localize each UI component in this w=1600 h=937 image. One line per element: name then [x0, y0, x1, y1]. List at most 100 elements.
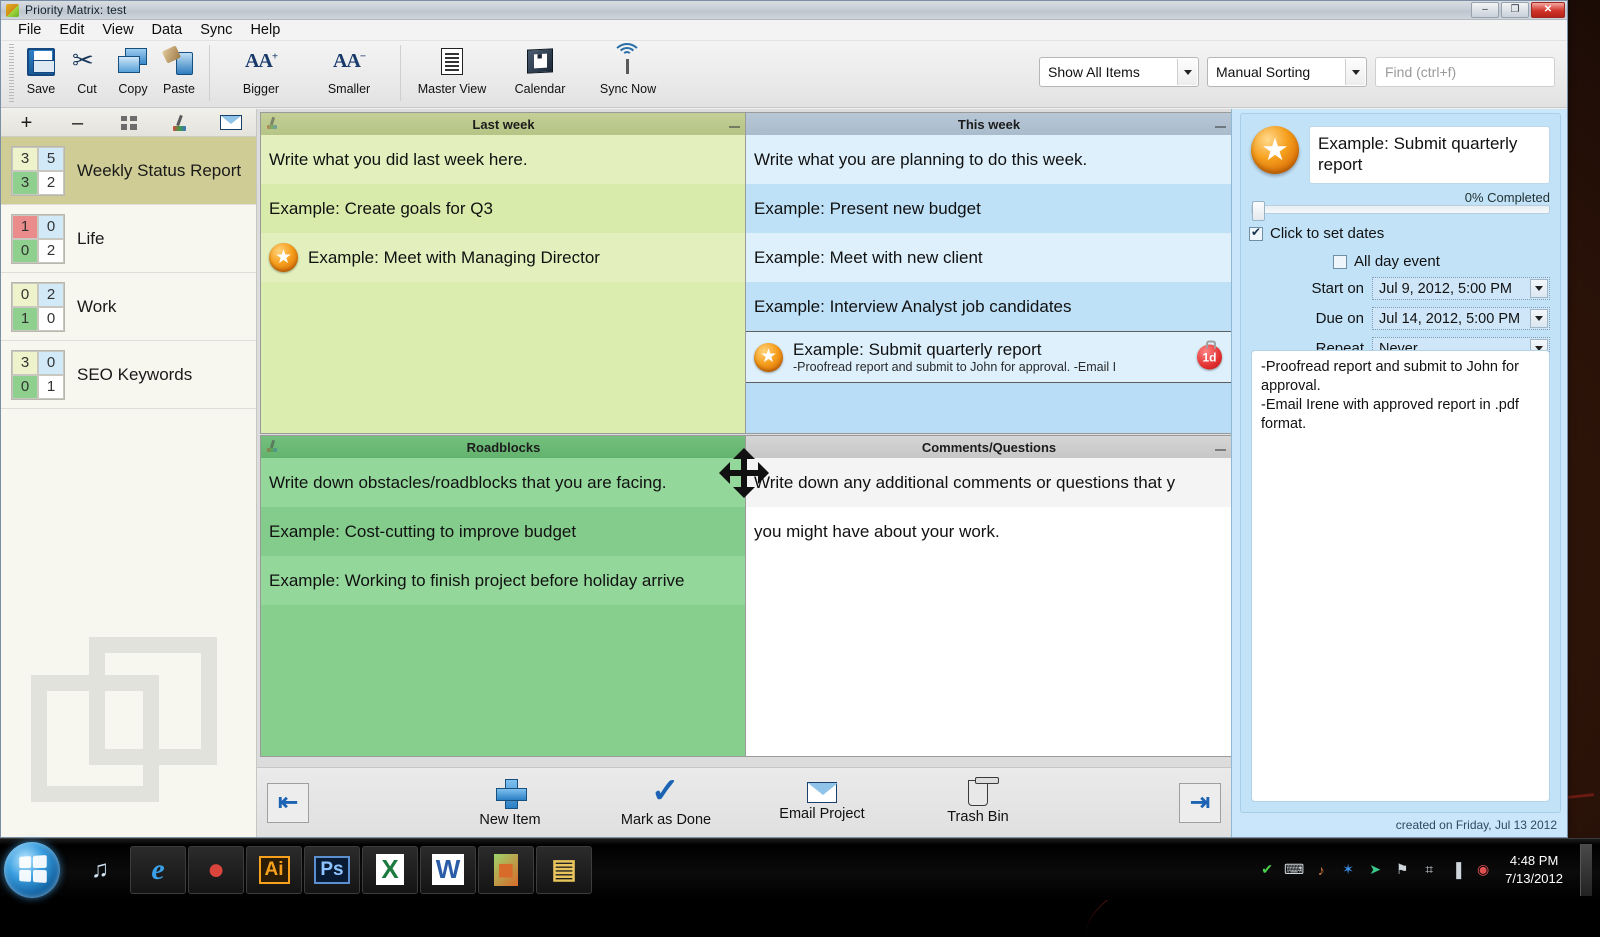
completion-slider[interactable]	[1251, 205, 1550, 214]
main-toolbar: Save Cut Copy Paste AA+ Bigger AA− Small…	[1, 41, 1567, 108]
sync-now-button[interactable]: Sync Now	[584, 41, 672, 103]
count-q3: 0	[12, 239, 38, 263]
set-dates-checkbox[interactable]	[1249, 227, 1263, 241]
find-input[interactable]: Find (ctrl+f)	[1375, 57, 1555, 87]
all-day-row[interactable]: All day event	[1241, 242, 1560, 270]
taskbar-item-file-explorer[interactable]: ▤	[536, 846, 592, 894]
menu-data[interactable]: Data	[143, 21, 192, 39]
taskbar-item-photoshop[interactable]: Ps	[304, 846, 360, 894]
minimize-icon[interactable]	[1214, 440, 1227, 453]
pin-icon[interactable]	[266, 440, 279, 453]
star-icon[interactable]	[1251, 126, 1299, 174]
notes-textarea[interactable]: -Proofread report and submit to John for…	[1251, 350, 1550, 802]
previous-project-button[interactable]: ⇤	[267, 783, 309, 823]
quadrant-task-list: Write down any additional comments or qu…	[746, 458, 1232, 756]
tray-icon-audio-device[interactable]: ♪	[1312, 862, 1330, 878]
email-project-button[interactable]: Email Project	[767, 777, 877, 828]
chevron-down-icon[interactable]	[1530, 309, 1548, 328]
task-title-input[interactable]: Example: Submit quarterly report	[1309, 126, 1550, 184]
taskbar-item-illustrator[interactable]: Ai	[246, 846, 302, 894]
task-item[interactable]: Example: Cost-cutting to improve budget	[261, 507, 746, 556]
next-project-button[interactable]: ⇥	[1179, 783, 1221, 823]
task-item[interactable]: Example: Create goals for Q3	[261, 184, 746, 233]
grid-view-button[interactable]	[103, 109, 154, 136]
sidebar-item-life[interactable]: 1 0 0 2 Life	[1, 205, 256, 273]
copy-button[interactable]: Copy	[110, 41, 156, 103]
calendar-button[interactable]: Calendar	[496, 41, 584, 103]
sidebar-item-seo-keywords[interactable]: 3 0 0 1 SEO Keywords	[1, 341, 256, 409]
task-item-selected[interactable]: Example: Submit quarterly report -Proofr…	[746, 331, 1232, 383]
sidebar-item-weekly-status-report[interactable]: 3 5 3 2 Weekly Status Report	[1, 137, 256, 205]
taskbar-item-excel[interactable]: X	[362, 846, 418, 894]
trash-bin-button[interactable]: Trash Bin	[923, 777, 1033, 828]
paste-button[interactable]: Paste	[156, 41, 202, 103]
minimize-icon[interactable]	[728, 117, 741, 130]
tray-icon-security[interactable]: ✔	[1258, 862, 1276, 878]
master-view-button[interactable]: Master View	[408, 41, 496, 103]
filter-dropdown[interactable]: Show All Items	[1039, 57, 1199, 87]
all-day-checkbox[interactable]	[1333, 255, 1347, 269]
task-item[interactable]: Write what you did last week here.	[261, 135, 746, 184]
task-item[interactable]: Example: Present new budget	[746, 184, 1232, 233]
taskbar-item-powerpoint[interactable]: ■	[478, 846, 534, 894]
task-item[interactable]: Write down obstacles/roadblocks that you…	[261, 458, 746, 507]
tray-icon-display[interactable]: ⌨	[1285, 862, 1303, 878]
task-item[interactable]: Example: Meet with new client	[746, 233, 1232, 282]
bigger-button[interactable]: AA+ Bigger	[217, 41, 305, 103]
remove-project-button[interactable]: –	[52, 109, 103, 136]
minimize-icon[interactable]	[1214, 117, 1227, 130]
set-dates-row[interactable]: Click to set dates	[1241, 214, 1560, 242]
menu-view[interactable]: View	[93, 21, 142, 39]
chevron-down-icon[interactable]	[1177, 59, 1197, 85]
taskbar-item-internet-explorer[interactable]: e	[130, 846, 186, 894]
toolbar-grip[interactable]	[9, 44, 14, 102]
due-on-field[interactable]: Jul 14, 2012, 5:00 PM	[1372, 307, 1550, 330]
task-item[interactable]: you might have about your work.	[746, 507, 1232, 556]
new-item-button[interactable]: New Item	[455, 777, 565, 828]
start-on-value: Jul 9, 2012, 5:00 PM	[1379, 281, 1512, 297]
menu-file[interactable]: File	[9, 21, 50, 39]
start-on-label: Start on	[1311, 280, 1364, 297]
add-project-button[interactable]: +	[1, 109, 52, 136]
task-item[interactable]: Example: Interview Analyst job candidate…	[746, 282, 1232, 331]
smaller-button[interactable]: AA− Smaller	[305, 41, 393, 103]
task-item[interactable]: Example: Meet with Managing Director	[261, 233, 746, 282]
clock[interactable]: 4:48 PM 7/13/2012	[1501, 852, 1571, 887]
chevron-down-icon[interactable]	[1345, 59, 1365, 85]
start-on-field[interactable]: Jul 9, 2012, 5:00 PM	[1372, 277, 1550, 300]
slider-knob[interactable]	[1252, 201, 1265, 221]
task-item[interactable]: Write down any additional comments or qu…	[746, 458, 1232, 507]
taskbar-item-google-chrome[interactable]: ●	[188, 846, 244, 894]
email-project-button[interactable]	[205, 109, 256, 136]
cut-label: Cut	[77, 82, 96, 96]
show-desktop-button[interactable]	[1580, 844, 1592, 896]
tray-icon-device[interactable]: ⌗	[1420, 862, 1438, 878]
menu-help[interactable]: Help	[241, 21, 289, 39]
sort-dropdown[interactable]: Manual Sorting	[1207, 57, 1367, 87]
tray-icon-bluetooth[interactable]: ✶	[1339, 862, 1357, 878]
sidebar-item-work[interactable]: 0 2 1 0 Work	[1, 273, 256, 341]
tray-icon-network[interactable]: ▐	[1447, 862, 1465, 878]
menu-sync[interactable]: Sync	[191, 21, 241, 39]
maximize-button[interactable]: ❐	[1501, 2, 1529, 18]
pin-icon[interactable]	[266, 117, 279, 130]
chrome-icon: ●	[207, 853, 225, 887]
task-item[interactable]: Write what you are planning to do this w…	[746, 135, 1232, 184]
task-text: Example: Present new budget	[754, 199, 981, 219]
close-button[interactable]: ✕	[1531, 2, 1565, 18]
tray-icon-dropbox[interactable]: ➤	[1366, 862, 1384, 878]
tray-icon-volume-muted[interactable]: ◉	[1474, 862, 1492, 878]
save-button[interactable]: Save	[18, 41, 64, 103]
chevron-down-icon[interactable]	[1530, 279, 1548, 298]
start-button[interactable]	[4, 842, 60, 898]
taskbar-item-itunes[interactable]: ♫	[72, 846, 128, 894]
taskbar-item-word[interactable]: W	[420, 846, 476, 894]
quadrant-task-list: Write what you are planning to do this w…	[746, 135, 1232, 433]
cut-button[interactable]: Cut	[64, 41, 110, 103]
menu-edit[interactable]: Edit	[50, 21, 93, 39]
task-item[interactable]: Example: Working to finish project befor…	[261, 556, 746, 605]
mark-as-done-button[interactable]: Mark as Done	[611, 777, 721, 828]
theme-button[interactable]	[154, 109, 205, 136]
tray-icon-flag[interactable]: ⚑	[1393, 862, 1411, 878]
minimize-button[interactable]: –	[1471, 2, 1499, 18]
